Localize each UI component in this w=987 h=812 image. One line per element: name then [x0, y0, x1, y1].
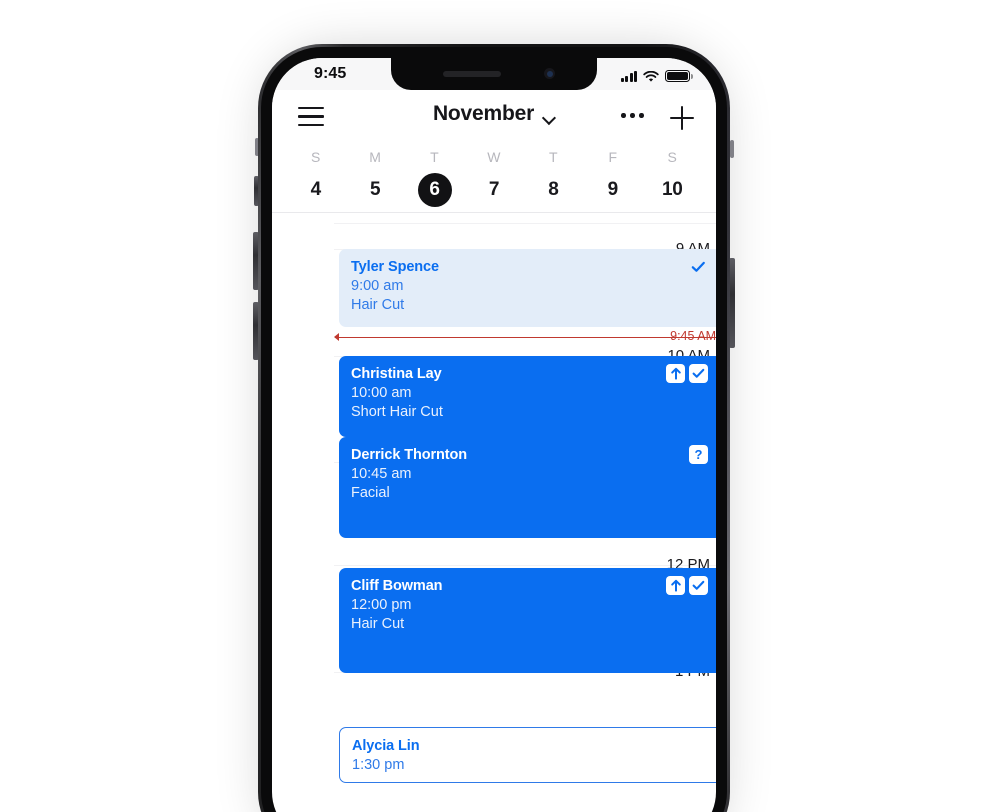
week-day-1[interactable]: M 5	[345, 144, 404, 212]
event-card[interactable]: Tyler Spence 9:00 am Hair Cut	[339, 249, 716, 327]
event-service: Hair Cut	[351, 297, 405, 313]
current-time-line	[335, 337, 716, 339]
event-client-name: Derrick Thornton	[351, 447, 468, 463]
current-time-indicator: 9:45 AM	[272, 329, 716, 343]
question-mark-icon[interactable]: ?	[689, 445, 708, 464]
week-day-5[interactable]: F 9	[583, 144, 642, 212]
week-day-2-selected[interactable]: T 6	[405, 144, 464, 212]
signal-bars-icon	[620, 70, 637, 82]
event-time: 1:30 pm	[352, 757, 405, 773]
week-day-3[interactable]: W 7	[464, 144, 523, 212]
hour-row-12pm: 12 PM	[272, 556, 716, 573]
event-badges	[666, 576, 708, 595]
event-client-name: Cliff Bowman	[351, 578, 443, 594]
day-of-week-label: S	[310, 149, 321, 165]
hamburger-menu-icon[interactable]	[298, 107, 324, 126]
day-number-label: 6	[429, 179, 440, 200]
event-card[interactable]: Alycia Lin 1:30 pm	[339, 727, 716, 783]
day-of-week-label: S	[667, 149, 678, 165]
chevron-down-icon	[543, 113, 555, 120]
day-of-week-label: F	[608, 149, 618, 165]
day-of-week-label: M	[369, 149, 382, 165]
event-client-name: Tyler Spence	[351, 259, 439, 275]
event-card[interactable]: Cliff Bowman 12:00 pm Hair Cut	[339, 568, 716, 673]
phone-screen: 9:45 November S 4 M 5 T 6 W 7 T 8 F 9 S …	[272, 58, 716, 812]
arrow-up-icon[interactable]	[666, 576, 685, 595]
phone-notch	[391, 58, 597, 90]
wifi-icon	[643, 70, 659, 82]
day-of-week-label: T	[549, 149, 558, 165]
event-badges	[689, 257, 708, 276]
month-label: November	[432, 102, 535, 125]
event-badges: ?	[689, 445, 708, 464]
status-bar-clock: 9:45	[314, 65, 347, 82]
agenda-top-gridline	[334, 223, 716, 224]
status-bar-indicators	[620, 66, 693, 82]
week-day-strip: S 4 M 5 T 6 W 7 T 8 F 9 S 10	[272, 144, 716, 212]
event-time: 10:00 am	[351, 385, 412, 401]
current-time-label: 9:45 AM	[670, 329, 716, 343]
check-icon[interactable]	[689, 576, 708, 595]
day-number-label: 10	[661, 179, 683, 200]
event-client-name: Christina Lay	[351, 366, 442, 382]
frame-antenna-line-right	[730, 140, 734, 158]
week-day-4[interactable]: T 8	[524, 144, 583, 212]
event-time: 9:00 am	[351, 278, 404, 294]
earpiece-speaker-icon	[443, 71, 501, 77]
day-number-label: 8	[548, 179, 559, 200]
more-options-icon[interactable]	[621, 113, 644, 118]
day-number-label: 9	[607, 179, 619, 200]
plus-icon[interactable]	[670, 106, 694, 130]
screenshot-stage: 9:45 November S 4 M 5 T 6 W 7 T 8 F 9 S …	[0, 0, 987, 812]
event-card[interactable]: Christina Lay 10:00 am Short Hair Cut	[339, 356, 716, 437]
battery-icon	[665, 69, 693, 82]
event-badges	[666, 364, 708, 383]
check-icon[interactable]	[689, 257, 708, 276]
day-number-label: 4	[310, 179, 322, 200]
arrow-up-icon[interactable]	[666, 364, 685, 383]
week-day-0[interactable]: S 4	[286, 144, 345, 212]
front-camera-icon	[544, 68, 555, 79]
event-client-name: Alycia Lin	[352, 738, 420, 754]
day-of-week-label: W	[487, 149, 501, 165]
day-number-label: 7	[488, 179, 500, 200]
event-service: Facial	[351, 485, 390, 501]
month-selector[interactable]: November	[433, 102, 555, 126]
event-card[interactable]: Derrick Thornton 10:45 am Facial ?	[339, 437, 716, 538]
event-time: 12:00 pm	[351, 597, 412, 613]
event-service: Hair Cut	[351, 616, 405, 632]
day-of-week-label: T	[430, 149, 439, 165]
event-time: 10:45 am	[351, 466, 412, 482]
app-toolbar: November	[272, 90, 716, 144]
check-icon[interactable]	[689, 364, 708, 383]
event-service: Short Hair Cut	[351, 404, 443, 420]
week-day-6[interactable]: S 10	[643, 144, 702, 212]
day-number-label: 5	[369, 179, 381, 200]
day-agenda[interactable]: 9 AM 10 AM 11 AM 12 PM 1 PM Tyler Spence	[272, 213, 716, 783]
